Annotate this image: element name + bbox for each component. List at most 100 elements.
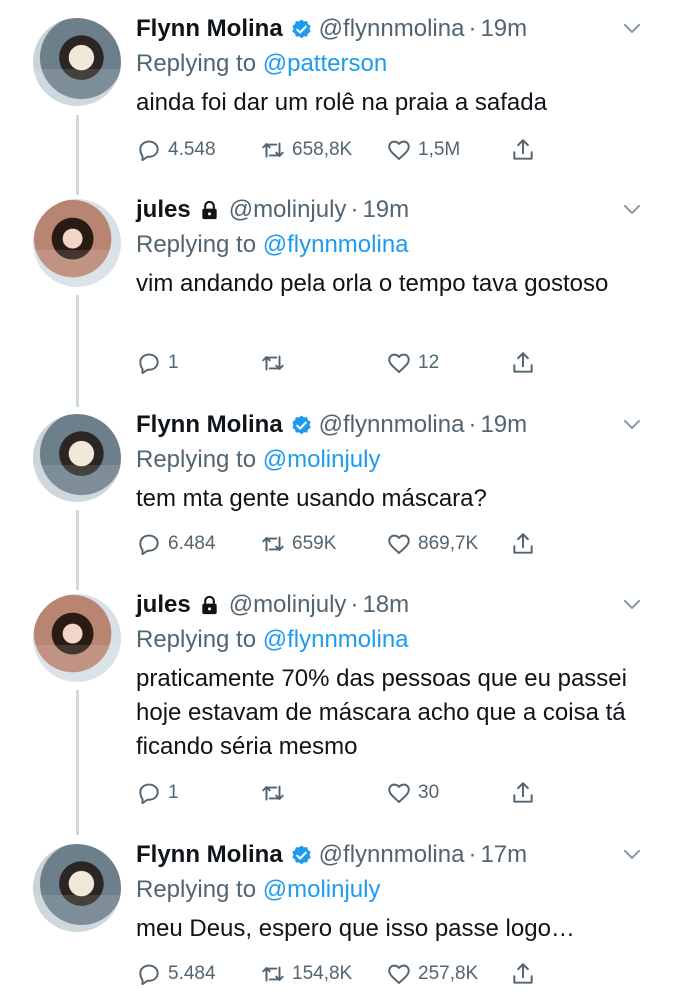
mention-link[interactable]: @flynnmolina: [263, 231, 409, 258]
retweet-icon: [262, 355, 284, 371]
replying-to: Replying to @molinjuly: [136, 874, 656, 906]
retweet-button[interactable]: 659K: [260, 530, 336, 558]
reply-button[interactable]: 1: [136, 349, 179, 377]
share-button[interactable]: [510, 349, 536, 377]
like-count: 1,5M: [418, 139, 461, 160]
share-button[interactable]: [510, 960, 536, 988]
tweet-text: tem mta gente usando máscara?: [136, 485, 487, 512]
retweet-button[interactable]: 154,8K: [260, 960, 352, 988]
retweet-count: 154,8K: [292, 963, 353, 984]
avatar[interactable]: [33, 594, 121, 682]
heart-icon: [388, 783, 410, 803]
reply-icon: [139, 534, 159, 556]
tweet-actions: 4.548 658,8K 1,5M: [136, 136, 566, 164]
share-button[interactable]: [510, 779, 536, 807]
timestamp[interactable]: 19m: [480, 15, 527, 43]
like-button[interactable]: 12: [386, 349, 439, 377]
like-button[interactable]: 30: [386, 779, 439, 807]
author-name[interactable]: Flynn Molina: [136, 411, 283, 439]
like-count: 30: [418, 782, 440, 803]
mention-link[interactable]: @flynnmolina: [263, 626, 409, 653]
reply-icon: [139, 353, 159, 375]
share-button[interactable]: [510, 530, 536, 558]
verified-badge-icon: [291, 844, 311, 864]
share-icon: [513, 782, 533, 803]
author-handle[interactable]: @flynnmolina: [319, 411, 465, 439]
avatar[interactable]: [33, 414, 121, 502]
heart-icon: [388, 140, 410, 160]
thread-line: [76, 510, 79, 590]
author-handle[interactable]: @molinjuly: [229, 591, 347, 619]
separator-dot: ·: [350, 591, 359, 618]
share-icon: [513, 533, 533, 554]
like-count: 869,7K: [418, 533, 479, 554]
timestamp[interactable]: 17m: [480, 841, 527, 869]
chevron-down-icon[interactable]: [622, 18, 642, 38]
thread-line: [76, 115, 79, 195]
reply-button[interactable]: 5.484: [136, 960, 216, 988]
replying-to-label: Replying to: [136, 876, 263, 903]
retweet-icon: [262, 142, 284, 158]
reply-icon: [139, 964, 159, 986]
tweet-text: meu Deus, espero que isso passe logo…: [136, 915, 575, 942]
retweet-icon: [262, 966, 284, 982]
verified-badge-icon: [291, 414, 311, 434]
author-handle[interactable]: @flynnmolina: [319, 841, 465, 869]
retweet-icon: [262, 536, 284, 552]
avatar[interactable]: [33, 18, 121, 106]
chevron-down-icon[interactable]: [622, 594, 642, 614]
reply-count: 6.484: [168, 533, 216, 554]
author-name[interactable]: jules: [136, 196, 191, 224]
mention-link[interactable]: @molinjuly: [263, 446, 381, 473]
chevron-down-icon[interactable]: [622, 414, 642, 434]
replying-to: Replying to @patterson: [136, 48, 656, 80]
retweet-button[interactable]: [260, 779, 292, 807]
chevron-down-icon[interactable]: [622, 199, 642, 219]
thread-line: [76, 295, 79, 407]
like-count: 257,8K: [418, 963, 479, 984]
reply-icon: [139, 140, 159, 162]
timestamp[interactable]: 18m: [362, 591, 409, 619]
separator-dot: ·: [350, 196, 359, 223]
like-button[interactable]: 1,5M: [386, 136, 460, 164]
separator-dot: ·: [468, 841, 477, 868]
reply-button[interactable]: 4.548: [136, 136, 216, 164]
heart-icon: [388, 353, 410, 373]
author-name[interactable]: Flynn Molina: [136, 15, 283, 43]
author-name[interactable]: jules: [136, 591, 191, 619]
reply-button[interactable]: 6.484: [136, 530, 216, 558]
replying-to-label: Replying to: [136, 50, 263, 77]
retweet-button[interactable]: [260, 349, 292, 377]
timestamp[interactable]: 19m: [480, 411, 527, 439]
lock-icon: [202, 200, 217, 219]
chevron-down-icon[interactable]: [622, 844, 642, 864]
replying-to-label: Replying to: [136, 231, 263, 258]
retweet-button[interactable]: 658,8K: [260, 136, 352, 164]
tweet-text: praticamente 70% das pessoas que eu pass…: [136, 665, 627, 760]
share-icon: [513, 352, 533, 373]
author-name[interactable]: Flynn Molina: [136, 841, 283, 869]
mention-link[interactable]: @molinjuly: [263, 876, 381, 903]
avatar[interactable]: [33, 844, 121, 932]
tweet-actions: 1 12: [136, 349, 566, 377]
share-button[interactable]: [510, 136, 536, 164]
thread-line: [76, 690, 79, 835]
replying-to-label: Replying to: [136, 626, 263, 653]
mention-link[interactable]: @patterson: [263, 50, 387, 77]
like-button[interactable]: 869,7K: [386, 530, 478, 558]
retweet-count: 659K: [292, 533, 337, 554]
reply-count: 1: [168, 352, 179, 373]
replying-to-label: Replying to: [136, 446, 263, 473]
reply-icon: [139, 783, 159, 805]
tweet-actions: 6.484 659K 869,7K: [136, 530, 566, 558]
like-count: 12: [418, 352, 440, 373]
avatar[interactable]: [33, 199, 121, 287]
timestamp[interactable]: 19m: [362, 196, 409, 224]
heart-icon: [388, 534, 410, 554]
like-button[interactable]: 257,8K: [386, 960, 478, 988]
replying-to: Replying to @flynnmolina: [136, 624, 656, 656]
author-handle[interactable]: @molinjuly: [229, 196, 347, 224]
author-handle[interactable]: @flynnmolina: [319, 15, 465, 43]
reply-count: 1: [168, 782, 179, 803]
reply-button[interactable]: 1: [136, 779, 179, 807]
